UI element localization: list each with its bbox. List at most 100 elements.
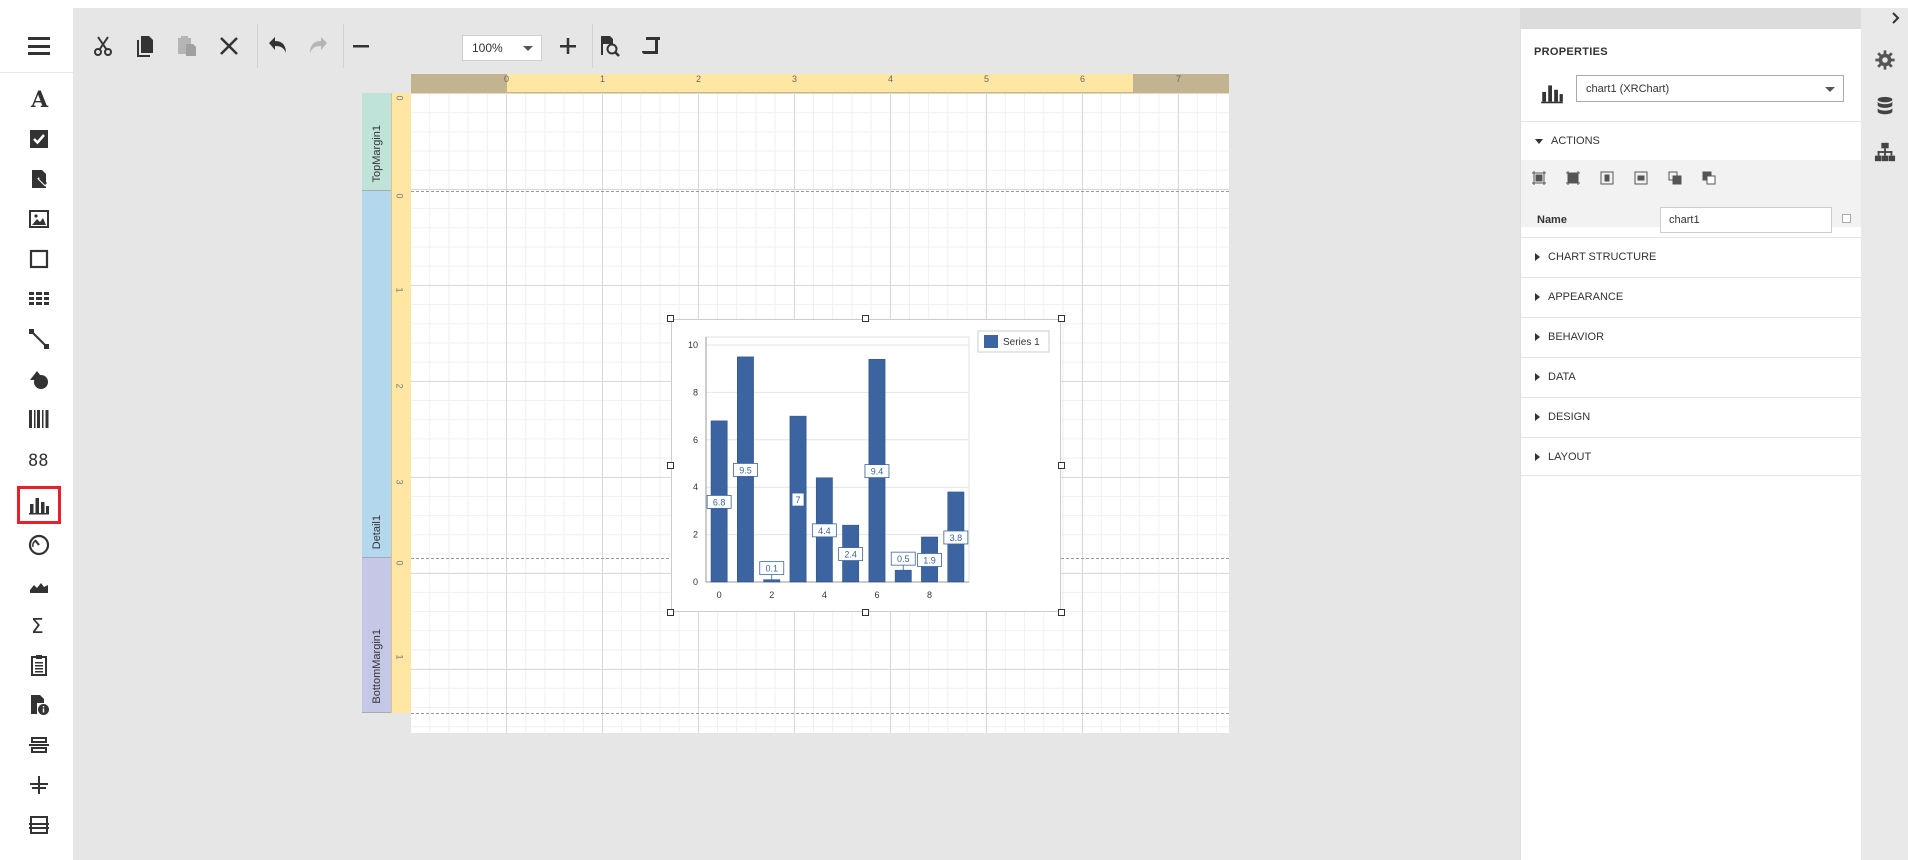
component-select[interactable]: chart1 (XRChart) [1576, 75, 1844, 102]
picture-box-icon [29, 210, 49, 228]
properties-title: PROPERTIES [1534, 46, 1608, 58]
toolbox-item-table[interactable] [17, 280, 61, 318]
preview-icon [601, 36, 620, 57]
resize-handle[interactable] [862, 315, 869, 322]
cut-button[interactable] [85, 28, 121, 64]
panel-header-strip [1521, 8, 1862, 29]
undo-button[interactable] [259, 28, 295, 64]
section-chart-structure[interactable]: CHART STRUCTURE [1521, 237, 1862, 276]
script-button[interactable] [634, 28, 670, 64]
name-label: Name [1537, 214, 1567, 226]
data-label: 2.4 [844, 550, 857, 560]
toolbox-item-panel[interactable] [17, 240, 61, 278]
section-layout[interactable]: LAYOUT [1521, 437, 1862, 476]
data-label: 9.5 [739, 465, 752, 475]
copy-button[interactable] [127, 28, 163, 64]
band-bottom-margin[interactable]: BottomMargin1 [362, 558, 391, 713]
chart-svg: 0 2 4 6 8 10 6.8 9.5 0.1 7 4.4 2.4 9.4 0.5 1.9 3.8 0 2 4 6 8… [688, 330, 1050, 600]
toolbox-item-page-break[interactable] [17, 726, 61, 764]
y-tick-label: 10 [688, 340, 698, 350]
redo-icon [310, 37, 327, 53]
toolbox-item-rich-text[interactable] [17, 160, 61, 198]
section-appearance[interactable]: APPEARANCE [1521, 277, 1862, 316]
resize-handle[interactable] [1058, 315, 1065, 322]
ruler-tick: 1 [394, 654, 405, 660]
toolbox-item-sparkline[interactable] [17, 566, 61, 604]
toolbox-item-gauge[interactable] [17, 526, 61, 564]
band-label: TopMargin1 [370, 124, 383, 182]
shape-icon [30, 371, 48, 389]
resize-handle[interactable] [667, 315, 674, 322]
toolbox-item-character-comb[interactable]: 88 [17, 440, 61, 478]
tab-field-list[interactable] [1871, 92, 1899, 120]
summary-icon: Σ [31, 614, 44, 637]
name-input[interactable] [1660, 207, 1832, 233]
resize-handle[interactable] [667, 609, 674, 616]
page-info-icon [31, 695, 49, 715]
chart-control[interactable]: 0 2 4 6 8 10 6.8 9.5 0.1 7 4.4 2.4 9.4 0.5 1.9 3.8 0 2 4 6 8… [667, 315, 1065, 616]
paste-button[interactable] [169, 28, 205, 64]
resize-handle[interactable] [667, 462, 674, 469]
toolbox-item-line[interactable] [17, 320, 61, 358]
vertical-ruler-bottom-margin: 0 1 [391, 558, 411, 713]
rich-text-icon [32, 170, 47, 188]
align-to-grid-icon[interactable] [1531, 170, 1547, 186]
data-label: 6.8 [713, 497, 726, 507]
band-detail[interactable]: Detail1 [362, 191, 391, 558]
y-tick-label: 0 [693, 577, 698, 587]
size-to-grid-icon[interactable] [1565, 170, 1581, 186]
toolbox-divider [0, 72, 73, 73]
toolbox-item-chart[interactable] [17, 486, 61, 524]
section-design[interactable]: DESIGN [1521, 397, 1862, 436]
chevron-right-icon[interactable] [1888, 10, 1904, 26]
ruler-tick: 6 [1080, 74, 1086, 84]
section-label: APPEARANCE [1548, 291, 1624, 303]
zoom-in-button[interactable] [550, 28, 586, 64]
svg-text:A: A [30, 87, 49, 111]
resize-handle[interactable] [1058, 462, 1065, 469]
preview-button[interactable] [592, 28, 628, 64]
toolbox-item-cross-band-line[interactable] [17, 766, 61, 804]
scissors-icon [94, 36, 112, 56]
toolbox-item-cross-band-box[interactable] [17, 806, 61, 844]
toolbox-item-label[interactable]: A [17, 80, 61, 118]
side-tabs [1861, 8, 1908, 860]
section-actions[interactable]: ACTIONS [1521, 121, 1862, 160]
toolbox-item-shape[interactable] [17, 360, 61, 398]
design-surface[interactable]: 0 1 2 3 4 5 6 7 TopMargin1 0 Detail1 0 1 2 3 Bo… [73, 74, 1520, 860]
toolbox-item-checkbox[interactable] [17, 120, 61, 158]
toolbox-item-picture-box[interactable] [17, 200, 61, 238]
send-to-back-icon[interactable] [1701, 170, 1717, 186]
section-behavior[interactable]: BEHAVIOR [1521, 317, 1862, 356]
band-top-margin[interactable]: TopMargin1 [362, 93, 391, 191]
minus-icon [353, 45, 369, 48]
resize-handle[interactable] [862, 609, 869, 616]
section-label: LAYOUT [1548, 450, 1592, 463]
y-tick-label: 4 [693, 482, 698, 492]
toolbox-item-page-info[interactable] [17, 686, 61, 724]
data-label: 0.1 [765, 564, 778, 574]
name-checkbox[interactable] [1842, 214, 1851, 223]
tab-properties[interactable] [1871, 46, 1899, 74]
redo-button[interactable] [301, 28, 337, 64]
y-tick-label: 2 [693, 530, 698, 540]
delete-button[interactable] [211, 28, 247, 64]
menu-button[interactable] [21, 28, 57, 64]
section-data[interactable]: DATA [1521, 357, 1862, 396]
table-icon [29, 292, 49, 305]
x-tick-label: 2 [769, 590, 774, 600]
main-toolbar: 100% [73, 8, 1520, 74]
toolbox-item-subreport[interactable] [17, 646, 61, 684]
center-horizontally-icon[interactable] [1599, 170, 1615, 186]
tab-report-explorer[interactable] [1871, 138, 1899, 166]
zoom-select[interactable]: 100% [462, 35, 542, 61]
chart-bar [763, 579, 781, 583]
data-label: 7 [796, 495, 801, 505]
database-icon [1877, 96, 1893, 115]
resize-handle[interactable] [1058, 609, 1065, 616]
toolbox-item-barcode[interactable] [17, 400, 61, 438]
toolbox-item-summary[interactable]: Σ [17, 606, 61, 644]
zoom-out-button[interactable] [343, 28, 379, 64]
bring-to-front-icon[interactable] [1667, 170, 1683, 186]
center-vertically-icon[interactable] [1633, 170, 1649, 186]
